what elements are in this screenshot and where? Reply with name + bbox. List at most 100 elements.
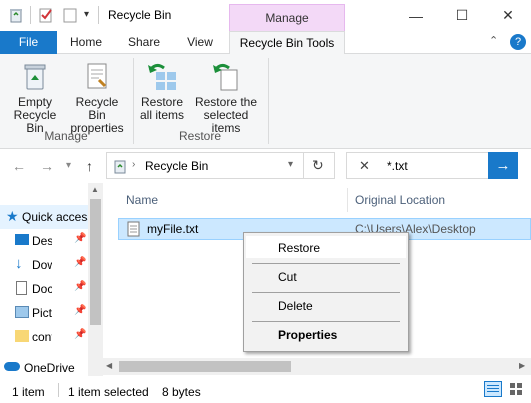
- address-dropdown-icon[interactable]: ▾: [288, 159, 293, 170]
- details-view-icon[interactable]: [484, 381, 502, 397]
- pin-icon: 📌: [74, 281, 87, 292]
- context-separator: [252, 292, 400, 293]
- collapse-ribbon-chevron-icon[interactable]: ⌃: [489, 34, 498, 47]
- column-header-original-location[interactable]: Original Location: [355, 186, 445, 214]
- title-separator: [98, 6, 99, 24]
- restore-selected-items-button[interactable]: Restore the selected items: [188, 60, 264, 135]
- recycle-bin-icon: [24, 64, 46, 90]
- restore-all-label-2: all items: [139, 108, 184, 122]
- new-folder-quick-icon[interactable]: [62, 7, 78, 23]
- recycle-bin-app-icon[interactable]: [8, 7, 24, 23]
- ribbon-group-separator-2: [268, 58, 269, 144]
- properties-icon: [87, 63, 107, 89]
- nav-item-content[interactable]: content 📌: [0, 325, 88, 349]
- nav-pane-scrollbar[interactable]: ▲: [88, 183, 103, 376]
- address-path[interactable]: Recycle Bin: [145, 159, 208, 173]
- restore-all-icon: [148, 63, 176, 90]
- scroll-left-icon[interactable]: ◀: [106, 361, 112, 370]
- search-clear-icon[interactable]: ✕: [359, 158, 370, 174]
- recycle-bin-properties-button[interactable]: Recycle Bin properties: [66, 60, 128, 135]
- context-menu-properties[interactable]: Properties: [278, 328, 337, 342]
- context-menu-restore[interactable]: [246, 236, 406, 258]
- nav-item-pictures[interactable]: Pictures 📌: [0, 301, 88, 325]
- ribbon-group-separator: [133, 58, 134, 144]
- recent-locations-chevron-icon[interactable]: ▾: [66, 160, 71, 171]
- status-size: 8 bytes: [162, 385, 201, 399]
- tab-share[interactable]: Share: [118, 31, 170, 54]
- cloud-icon: [4, 362, 20, 371]
- scroll-right-icon[interactable]: ▶: [519, 361, 525, 370]
- tab-file[interactable]: File: [0, 31, 57, 54]
- group-label-restore: Restore: [178, 129, 222, 143]
- search-input[interactable]: *.txt: [387, 159, 408, 173]
- large-icons-view-icon[interactable]: [508, 381, 524, 397]
- nav-item-desktop[interactable]: Desktop 📌: [0, 229, 88, 253]
- tab-view[interactable]: View: [176, 31, 224, 54]
- empty-recycle-bin-button[interactable]: Empty Recycle Bin: [4, 60, 66, 135]
- close-button[interactable]: ✕: [485, 0, 531, 31]
- window-title: Recycle Bin: [108, 8, 172, 22]
- nav-label-quick-access: Quick access: [22, 210, 88, 224]
- star-icon: ★: [6, 208, 19, 224]
- pin-icon: 📌: [74, 257, 87, 268]
- nav-scroll-up-icon[interactable]: ▲: [91, 185, 99, 194]
- restore-selected-icon: [213, 63, 238, 91]
- group-label-manage: Manage: [44, 129, 88, 143]
- tab-recycle-bin-tools[interactable]: Recycle Bin Tools: [229, 31, 345, 55]
- nav-label-downloads: Downloads: [32, 258, 52, 272]
- nav-label-documents: Documents: [32, 282, 52, 296]
- horizontal-scroll-thumb[interactable]: [119, 361, 291, 372]
- restore-all-label-1: Restore: [140, 95, 184, 109]
- desktop-icon: [15, 234, 29, 245]
- pin-icon: 📌: [74, 233, 87, 244]
- back-arrow-icon[interactable]: ←: [12, 158, 26, 174]
- context-separator: [252, 321, 400, 322]
- download-icon: ↓: [15, 255, 23, 272]
- status-item-count: 1 item: [12, 385, 45, 399]
- help-icon[interactable]: ?: [510, 34, 526, 50]
- context-menu: Restore Cut Delete Properties: [243, 232, 409, 352]
- file-name: myFile.txt: [147, 222, 199, 236]
- maximize-button[interactable]: ☐: [439, 0, 485, 31]
- nav-label-onedrive: OneDrive: [24, 361, 75, 375]
- pin-icon: 📌: [74, 305, 87, 316]
- nav-item-downloads[interactable]: ↓ Downloads 📌: [0, 253, 88, 277]
- search-go-arrow-icon[interactable]: →: [488, 152, 518, 179]
- nav-scroll-thumb[interactable]: [90, 199, 101, 325]
- nav-label-desktop: Desktop: [32, 234, 52, 248]
- search-box[interactable]: ✕ *.txt: [346, 152, 488, 179]
- column-header-name[interactable]: Name: [126, 186, 158, 214]
- status-separator: [58, 383, 59, 397]
- nav-item-quick-access[interactable]: ★ Quick access: [0, 205, 88, 229]
- properties-quick-icon[interactable]: [38, 7, 54, 23]
- status-selected: 1 item selected: [68, 385, 149, 399]
- up-arrow-icon[interactable]: ↑: [86, 158, 93, 174]
- forward-arrow-icon[interactable]: →: [40, 158, 54, 174]
- tab-home[interactable]: Home: [60, 31, 112, 54]
- context-restore-label[interactable]: Restore: [278, 241, 320, 255]
- document-icon: [16, 281, 27, 295]
- folder-icon: [15, 330, 29, 342]
- customize-toolbar-chevron-icon[interactable]: ▾: [84, 9, 89, 20]
- column-divider: [347, 188, 348, 212]
- props-label-1: Recycle Bin: [75, 95, 119, 122]
- restore-all-items-button[interactable]: Restore all items: [136, 60, 188, 122]
- nav-label-pictures: Pictures: [32, 306, 52, 320]
- context-menu-delete[interactable]: Delete: [278, 299, 313, 313]
- quick-access-separator: [30, 6, 31, 24]
- address-bar[interactable]: › Recycle Bin ▾ ↻: [106, 152, 335, 179]
- nav-item-documents[interactable]: Documents 📌: [0, 277, 88, 301]
- address-separator: [303, 153, 304, 178]
- pin-icon: 📌: [74, 329, 87, 340]
- path-separator-icon: ›: [132, 159, 136, 170]
- recycle-bin-small-icon: [114, 160, 126, 174]
- horizontal-scrollbar[interactable]: ◀ ▶: [103, 358, 531, 375]
- context-tab-manage: Manage: [229, 4, 345, 31]
- nav-label-content: content: [32, 330, 52, 344]
- picture-icon: [15, 306, 29, 318]
- refresh-icon[interactable]: ↻: [312, 157, 324, 174]
- context-menu-cut[interactable]: Cut: [278, 270, 297, 284]
- text-file-icon: [127, 221, 140, 237]
- status-bar: 1 item 1 item selected 8 bytes: [0, 376, 531, 403]
- minimize-button[interactable]: —: [393, 0, 439, 31]
